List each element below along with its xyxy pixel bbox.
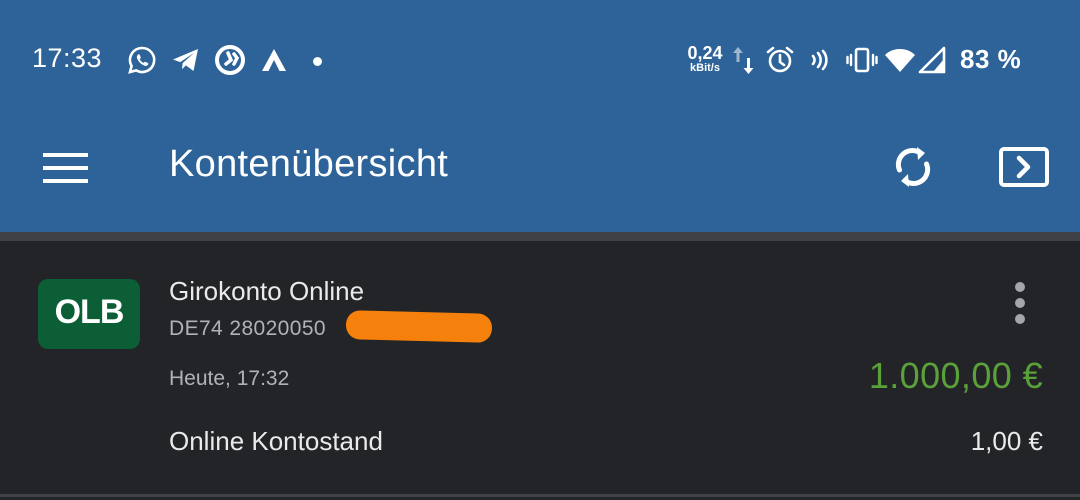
- account-iban: DE74 28020050: [169, 317, 326, 340]
- data-transfer-icon: [733, 47, 754, 74]
- app-bar: 17:33 0,24 kBit/s 83 % Kontenübersicht: [0, 0, 1080, 232]
- bank-logo: OLB: [38, 279, 140, 349]
- status-time: 17:33: [32, 43, 103, 73]
- account-balance: 1.000,00 €: [868, 355, 1043, 396]
- online-balance-label: Online Kontostand: [169, 426, 383, 456]
- network-speed-unit: kBit/s: [690, 62, 720, 74]
- redaction-mark: [345, 310, 493, 343]
- online-balance-value: 1,00 €: [970, 426, 1043, 456]
- sync-icon[interactable]: [887, 141, 939, 193]
- wifi-icon: [885, 49, 915, 72]
- last-updated: Heute, 17:32: [169, 367, 290, 390]
- bank-logo-text: OLB: [54, 293, 125, 331]
- signal-icon: [918, 46, 946, 74]
- nfc-icon: [811, 49, 828, 71]
- list-divider: [0, 494, 1080, 497]
- vibrate-icon: [846, 47, 878, 73]
- more-options-icon[interactable]: [1006, 279, 1034, 327]
- account-name: Girokonto Online: [169, 276, 365, 306]
- network-speed: 0,24 kBit/s: [683, 44, 727, 74]
- network-speed-value: 0,24: [687, 43, 723, 63]
- alarm-icon: [766, 46, 794, 73]
- status-bar: 17:33 0,24 kBit/s 83 %: [0, 0, 1080, 120]
- more-notifications-dot: [313, 57, 322, 66]
- whatsapp-icon: [128, 46, 156, 74]
- app-bar-divider: [0, 232, 1080, 241]
- telegram-icon: [173, 49, 198, 71]
- app-icon: [215, 45, 245, 75]
- logout-icon[interactable]: [998, 144, 1050, 190]
- battery-percentage: 83 %: [960, 44, 1022, 74]
- account-card[interactable]: OLB Girokonto Online DE74 28020050 Heute…: [0, 241, 1080, 496]
- arrow-a-icon: [262, 49, 286, 71]
- page-title: Kontenübersicht: [169, 143, 449, 185]
- hamburger-menu-icon[interactable]: [40, 148, 92, 188]
